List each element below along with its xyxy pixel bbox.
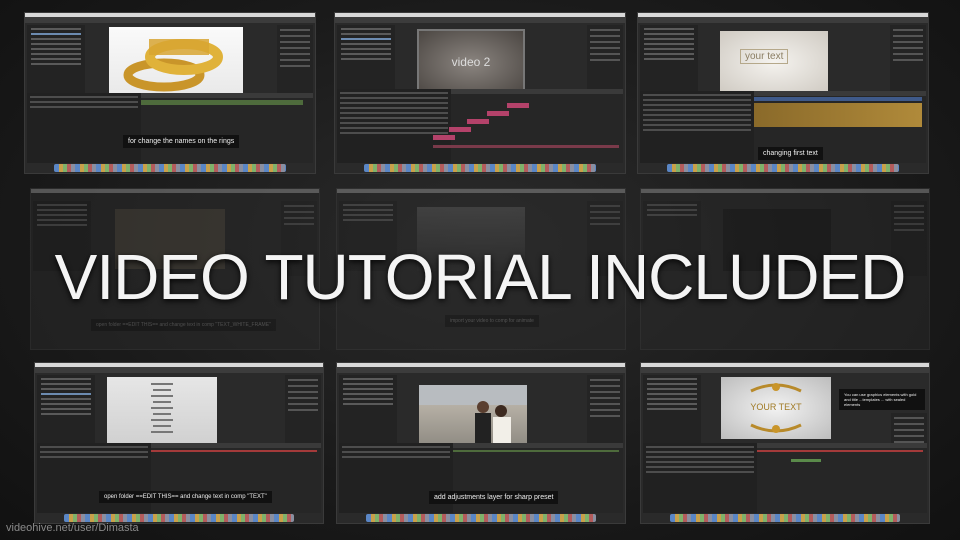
layer-list-preview bbox=[107, 377, 217, 449]
effects-panel bbox=[890, 25, 926, 100]
project-panel bbox=[37, 375, 95, 445]
effects-panel bbox=[285, 375, 321, 450]
toolbar bbox=[25, 17, 315, 23]
project-panel bbox=[640, 25, 698, 95]
your-text-preview: your text bbox=[720, 31, 828, 93]
toolbar bbox=[335, 17, 625, 23]
rings-3d-preview bbox=[109, 27, 243, 99]
video-2-preview: video 2 bbox=[417, 29, 525, 97]
toolbar bbox=[337, 367, 625, 373]
gold-rings-image bbox=[123, 39, 223, 92]
timeline-panel bbox=[643, 443, 927, 513]
dock bbox=[63, 514, 295, 522]
tutorial-caption: for change the names on the rings bbox=[123, 135, 240, 148]
toolbar bbox=[638, 17, 928, 23]
screenshot-ornament-frame: YOUR TEXT You can use graphics elements … bbox=[640, 362, 930, 524]
timeline-panel bbox=[337, 89, 623, 163]
wedding-photo-preview bbox=[419, 385, 527, 447]
dock bbox=[365, 514, 597, 522]
page-title: VIDEO TUTORIAL INCLUDED bbox=[54, 241, 907, 313]
effects-panel bbox=[277, 25, 313, 100]
dock bbox=[364, 164, 596, 172]
toolbar bbox=[641, 367, 929, 373]
project-panel bbox=[643, 375, 701, 445]
menu-bar bbox=[337, 189, 625, 193]
menu-bar bbox=[641, 189, 929, 193]
project-panel bbox=[339, 375, 397, 445]
dock bbox=[667, 164, 899, 172]
screenshot-your-text: your text changing first text bbox=[637, 12, 929, 174]
preview-label: your text bbox=[740, 49, 789, 64]
tutorial-caption: open folder ==EDIT THIS== and change tex… bbox=[99, 491, 272, 503]
ornament-frame-preview: YOUR TEXT bbox=[721, 377, 831, 439]
screenshot-video-2: video 2 bbox=[334, 12, 626, 174]
tutorial-caption: import your video to comp for animate bbox=[445, 315, 539, 327]
tutorial-caption: open folder ==EDIT THIS== and change tex… bbox=[91, 319, 276, 331]
screenshot-rings: for change the names on the rings bbox=[24, 12, 316, 174]
preview-label: YOUR TEXT bbox=[750, 402, 802, 412]
project-panel bbox=[337, 25, 395, 95]
text-list-image bbox=[151, 383, 173, 433]
screenshot-layer-list: open folder ==EDIT THIS== and change tex… bbox=[34, 362, 324, 524]
menu-bar bbox=[31, 189, 319, 193]
tutorial-note: You can use graphics elements with gold … bbox=[839, 389, 925, 410]
project-panel bbox=[27, 25, 85, 95]
author-credit: videohive.net/user/Dimasta bbox=[6, 522, 139, 534]
effects-panel bbox=[587, 375, 623, 450]
tutorial-caption: add adjustments layer for sharp preset bbox=[429, 491, 559, 504]
tutorial-caption: changing first text bbox=[758, 147, 823, 160]
wedding-couple-image bbox=[419, 385, 527, 447]
timeline-panel bbox=[27, 93, 313, 163]
dock bbox=[54, 164, 286, 172]
dock bbox=[669, 514, 901, 522]
toolbar bbox=[35, 367, 323, 373]
screenshot-wedding-photo: add adjustments layer for sharp preset bbox=[336, 362, 626, 524]
preview-label: video 2 bbox=[451, 55, 491, 69]
